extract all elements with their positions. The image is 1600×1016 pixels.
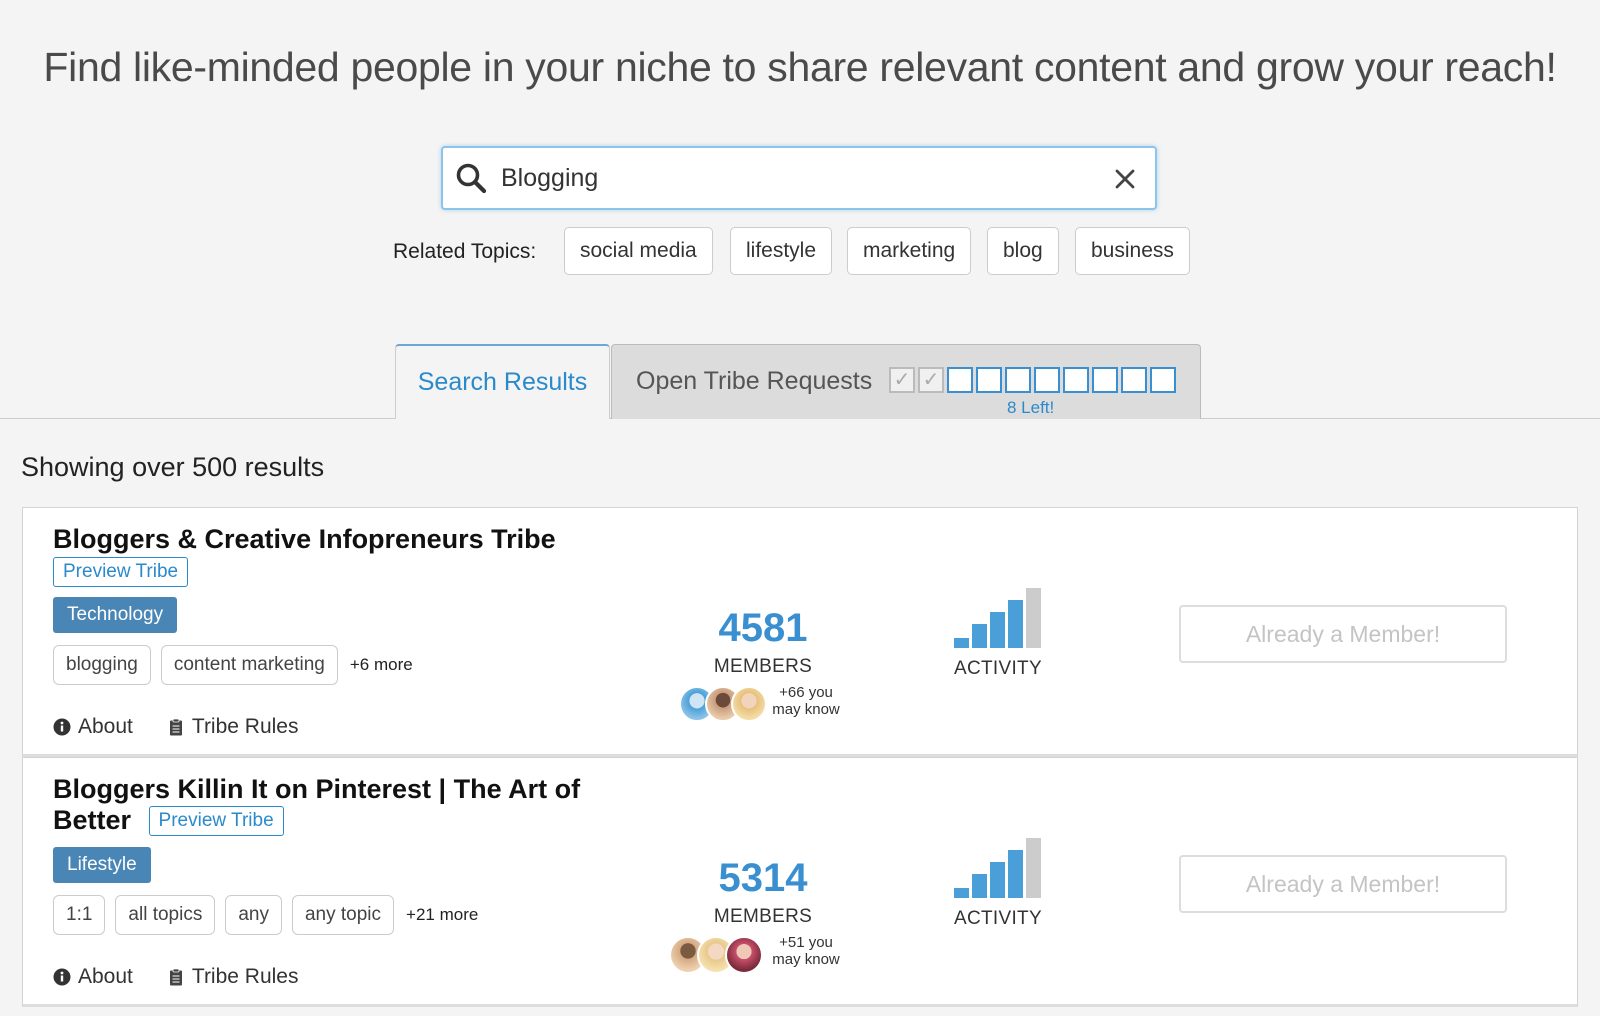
activity-bars [954, 588, 1041, 648]
activity-bar [972, 874, 987, 898]
request-slot-open [1092, 367, 1118, 393]
topic-chip-lifestyle[interactable]: lifestyle [730, 227, 833, 275]
tab-open-tribe-requests-label: Open Tribe Requests [636, 367, 873, 395]
clipboard-icon [169, 968, 182, 986]
search-icon [456, 163, 487, 194]
request-slot-open [1063, 367, 1089, 393]
activity-bar [990, 862, 1005, 898]
activity-bar [972, 624, 987, 648]
members-count: 4581 [718, 606, 808, 650]
category-badge: Technology [53, 597, 178, 633]
request-slots: ✓ ✓ [889, 367, 1176, 393]
results-count: Showing over 500 results [21, 452, 325, 482]
about-link-label: About [78, 715, 133, 738]
close-icon[interactable] [1113, 167, 1137, 191]
related-topics-label: Related Topics: [393, 240, 537, 263]
tribe-card: Bloggers & Creative Infopreneurs Tribe P… [22, 507, 1578, 757]
tag-chip[interactable]: 1:1 [53, 895, 106, 935]
tab-open-tribe-requests[interactable]: Open Tribe Requests ✓ ✓ 8 Left! [611, 344, 1201, 419]
topic-chip-business[interactable]: business [1075, 227, 1190, 275]
request-slot-open [1034, 367, 1060, 393]
mutual-members-text: +66 you may know [772, 684, 840, 718]
members-count: 5314 [718, 856, 808, 900]
topic-chip-marketing[interactable]: marketing [847, 227, 972, 275]
tribe-rules-link[interactable]: Tribe Rules [167, 715, 299, 739]
activity-label: ACTIVITY [954, 658, 1042, 679]
tribe-rules-label: Tribe Rules [191, 715, 299, 738]
activity-bar [954, 638, 969, 648]
already-member-button[interactable]: Already a Member! [1179, 605, 1507, 663]
more-tags-link[interactable]: +21 more [406, 905, 478, 925]
activity-label: ACTIVITY [954, 908, 1042, 929]
clipboard-icon [169, 718, 182, 736]
tribe-rules-link[interactable]: Tribe Rules [167, 965, 299, 989]
tag-list: 1:1 all topics any any topic +21 more [53, 895, 478, 935]
request-slot-open [1005, 367, 1031, 393]
preview-tribe-button[interactable]: Preview Tribe [53, 557, 189, 587]
tab-search-results[interactable]: Search Results [395, 344, 610, 419]
activity-bars [954, 838, 1041, 898]
requests-left-label: 8 Left! [1007, 398, 1055, 417]
about-link[interactable]: About [53, 715, 133, 739]
activity-bar [1026, 838, 1041, 898]
request-slot-open [976, 367, 1002, 393]
page-headline: Find like-minded people in your niche to… [43, 44, 1557, 90]
tag-chip[interactable]: content marketing [160, 645, 338, 685]
tag-chip[interactable]: blogging [53, 645, 151, 685]
request-slot-open [1121, 367, 1147, 393]
tribe-card: Bloggers Killin It on Pinterest | The Ar… [22, 757, 1578, 1007]
tribe-title: Bloggers & Creative Infopreneurs Tribe [53, 524, 556, 554]
already-member-button[interactable]: Already a Member! [1179, 855, 1507, 913]
tribe-title: Bloggers Killin It on Pinterest | The Ar… [53, 774, 581, 836]
tag-chip[interactable]: any topic [291, 895, 395, 935]
activity-bar [1008, 600, 1023, 648]
tag-chip[interactable]: any [225, 895, 282, 935]
request-slot-open [1150, 367, 1176, 393]
tribe-rules-label: Tribe Rules [191, 965, 299, 988]
activity-bar [1026, 588, 1041, 648]
about-link-label: About [78, 965, 133, 988]
search-input[interactable] [501, 156, 1081, 200]
search-box[interactable] [441, 146, 1157, 210]
known-members-avatars[interactable] [679, 686, 767, 722]
info-icon [53, 718, 71, 736]
info-icon [53, 968, 71, 986]
more-tags-link[interactable]: +6 more [350, 655, 413, 675]
mutual-members-text: +51 you may know [772, 934, 840, 968]
preview-tribe-button[interactable]: Preview Tribe [148, 806, 284, 836]
members-label: MEMBERS [713, 656, 813, 677]
tag-chip[interactable]: all topics [115, 895, 216, 935]
known-members-avatars[interactable] [669, 936, 763, 974]
about-link[interactable]: About [53, 965, 133, 989]
request-slot-used: ✓ [889, 367, 915, 393]
request-slot-open [947, 367, 973, 393]
topic-chip-social-media[interactable]: social media [564, 227, 713, 275]
activity-bar [990, 612, 1005, 648]
activity-bar [1008, 850, 1023, 898]
tag-list: blogging content marketing +6 more [53, 645, 413, 685]
activity-bar [954, 888, 969, 898]
topic-chip-blog[interactable]: blog [987, 227, 1059, 275]
category-badge: Lifestyle [53, 847, 151, 883]
members-label: MEMBERS [713, 906, 813, 927]
avatar [725, 936, 763, 974]
request-slot-used: ✓ [918, 367, 944, 393]
